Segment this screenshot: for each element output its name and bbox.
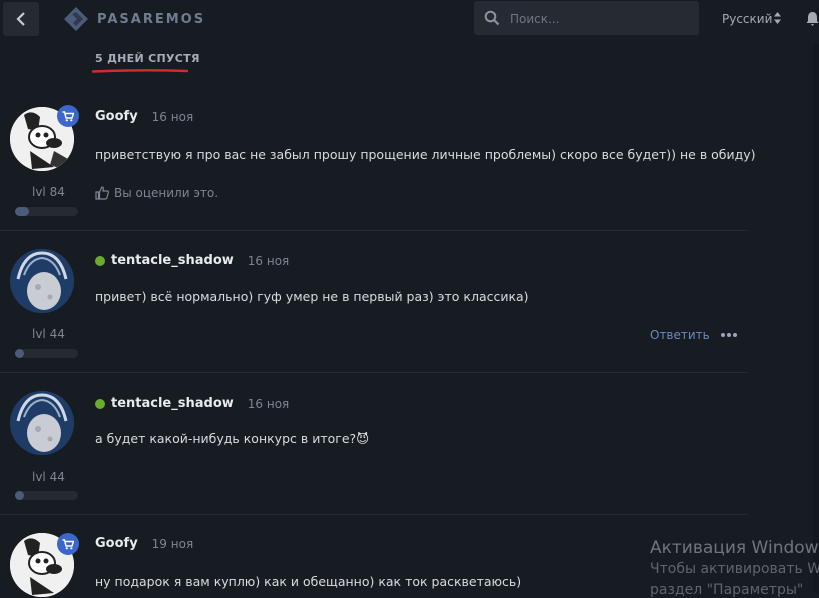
windows-activation-text-2: раздел "Параметры" [650,582,804,598]
post-message: приветствую я про вас не забыл прошу про… [95,147,756,162]
page-scrollbar[interactable] [813,44,819,593]
comment-post-3: lvl 44 tentacle_shadow 16 ноя а будет ка… [0,372,748,515]
more-options-icon[interactable] [721,333,737,337]
author-row: Goofy 16 ноя [95,109,193,124]
avatar[interactable] [10,391,74,455]
red-underline-mark [92,69,188,73]
bell-icon[interactable] [806,11,819,27]
cart-icon [62,110,74,121]
cart-icon [62,538,74,549]
post-date[interactable]: 16 ноя [248,254,290,268]
tentacle-avatar-image [10,249,74,313]
like-text: Вы оценили это. [114,186,219,200]
user-level: lvl 44 [32,327,65,341]
user-level: lvl 84 [32,185,65,199]
post-message: ну подарок я вам куплю) как и обещанно) … [95,574,522,589]
level-progress-fill [15,207,29,216]
top-bar: PASAREMOS Русский [0,0,819,44]
level-progress-fill [15,349,24,358]
reply-button[interactable]: Ответить [650,328,710,342]
search-input[interactable] [508,8,692,30]
seller-badge [57,105,79,127]
online-status-dot [95,398,105,409]
language-selector[interactable]: Русский [722,12,772,26]
windows-activation-text: Чтобы активировать Win [650,561,819,577]
post-message: привет) всё нормально) гуф умер не в пер… [95,289,529,304]
logo-text: PASAREMOS [97,11,206,27]
thumbs-up-icon [95,186,109,200]
back-button[interactable] [3,2,39,36]
online-status-dot [95,255,105,266]
level-progress-bar [15,207,78,216]
level-progress-fill [15,491,24,500]
site-logo[interactable]: PASAREMOS [63,5,205,33]
level-progress-bar [15,491,78,500]
author-row: tentacle_shadow 16 ноя [95,253,289,268]
like-status[interactable]: Вы оценили это. [95,186,218,200]
author-name[interactable]: Goofy [95,536,138,551]
chevron-left-icon [16,12,25,26]
user-level: lvl 44 [32,470,65,484]
avatar[interactable] [10,249,74,313]
post-date[interactable]: 16 ноя [152,110,194,124]
post-message: а будет какой-нибудь конкурс в итоге?😈 [95,431,370,446]
comment-post-4: Goofy 19 ноя ну подарок я вам куплю) как… [0,514,748,597]
search-icon [484,10,500,26]
tentacle-avatar-image [10,391,74,455]
comment-post-1: lvl 84 Goofy 16 ноя приветствую я про ва… [0,88,756,231]
author-name[interactable]: tentacle_shadow [111,253,234,268]
time-gap-label: 5 ДНЕЙ СПУСТЯ [95,52,200,65]
comment-post-2: lvl 44 tentacle_shadow 16 ноя привет) вс… [0,230,748,373]
seller-badge [57,533,79,555]
search-box[interactable] [474,1,699,35]
author-row: tentacle_shadow 16 ноя [95,396,289,411]
diamond-logo-icon [64,7,88,31]
author-row: Goofy 19 ноя [95,536,193,551]
author-name[interactable]: Goofy [95,109,138,124]
sort-arrows-icon[interactable] [773,11,782,25]
post-date[interactable]: 16 ноя [248,397,290,411]
post-date[interactable]: 19 ноя [152,537,194,551]
windows-activation-title: Активация Window [650,538,819,558]
level-progress-bar [15,349,78,358]
author-name[interactable]: tentacle_shadow [111,396,234,411]
